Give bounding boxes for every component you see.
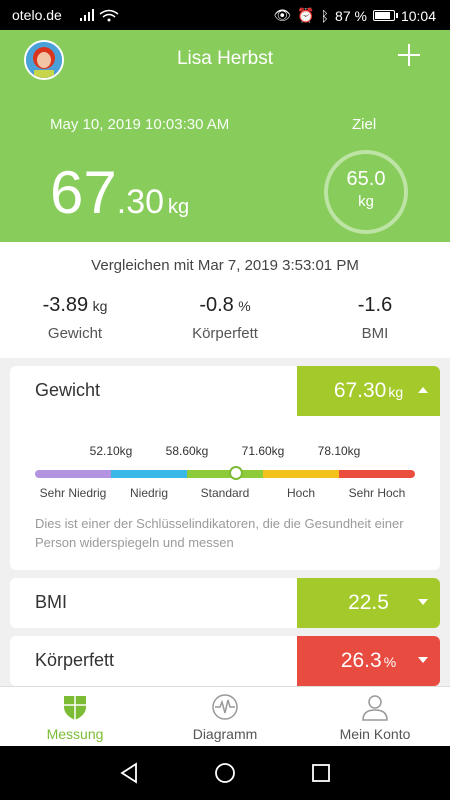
system-nav-bar <box>0 746 450 800</box>
measurement-timestamp: May 10, 2019 10:03:30 AM <box>50 116 230 133</box>
battery-percent: 87 % <box>335 7 367 24</box>
threshold-label: 52.10kg <box>89 444 133 458</box>
bmi-card[interactable]: BMI 22.5 <box>10 578 440 628</box>
comparison-panel: Vergleichen mit Mar 7, 2019 3:53:01 PM -… <box>0 242 450 358</box>
expand-icon[interactable] <box>418 599 428 605</box>
bmi-card-header[interactable]: BMI 22.5 <box>10 578 440 628</box>
weight-card-value[interactable]: 67.30 kg <box>297 366 440 416</box>
compare-bmi-label: BMI <box>361 325 389 342</box>
scale-segment <box>263 470 339 478</box>
tab-label: Mein Konto <box>339 726 411 742</box>
goal-label: Ziel <box>352 116 377 133</box>
compare-weight-value: -3.89 <box>42 294 89 316</box>
scale-segment <box>187 470 263 478</box>
threshold-label: 71.60kg <box>241 444 285 458</box>
tab-diagramm[interactable]: Diagramm <box>150 687 300 746</box>
compare-bodyfat-unit: % <box>238 298 251 314</box>
weight-header: Lisa Herbst May 10, 2019 10:03:30 AM Zie… <box>0 30 450 242</box>
comparison-title[interactable]: Vergleichen mit Mar 7, 2019 3:53:01 PM <box>0 257 450 274</box>
tab-label: Diagramm <box>192 726 258 742</box>
battery-icon <box>372 10 398 21</box>
bodyfat-card-unit: % <box>383 654 397 670</box>
person-icon <box>360 693 390 721</box>
weight-integer: 67 <box>50 159 117 226</box>
compare-bmi-value: -1.6 <box>357 294 393 316</box>
weight-unit: kg <box>168 196 190 218</box>
weight-card-title: Gewicht <box>35 380 101 400</box>
threshold-label: 78.10kg <box>317 444 361 458</box>
scale-segment <box>111 470 187 478</box>
tab-mein-konto[interactable]: Mein Konto <box>300 687 450 746</box>
threshold-label: 58.60kg <box>165 444 209 458</box>
back-icon[interactable] <box>118 762 140 784</box>
compare-bodyfat-label: Körperfett <box>192 325 258 342</box>
signal-wifi-icon <box>80 8 120 25</box>
current-weight: 67.30 kg <box>50 158 189 227</box>
goal-unit: kg <box>358 193 374 210</box>
segment-label: Niedrig <box>129 486 169 500</box>
bodyfat-card-value[interactable]: 26.3% <box>297 636 440 686</box>
weight-card: Gewicht 67.30 kg 52.10kg 58.60kg 71.60kg … <box>10 366 440 570</box>
weight-card-number: 67.30 <box>333 379 387 402</box>
segment-label: Sehr Niedrig <box>39 486 107 500</box>
bluetooth-icon: ᛒ <box>320 7 330 24</box>
bodyfat-card-title: Körperfett <box>35 650 115 670</box>
bodyfat-card-number: 26.3 <box>340 649 382 672</box>
alarm-icon: ⏰ <box>297 7 315 23</box>
segment-label: Sehr Hoch <box>348 486 406 500</box>
weight-decimal: .30 <box>116 183 165 221</box>
bodyfat-card-header[interactable]: Körperfett 26.3% <box>10 636 440 686</box>
collapse-icon[interactable] <box>418 387 428 393</box>
compare-bodyfat: -0.8 % Körperfett <box>150 294 300 342</box>
scale-segment <box>339 470 415 478</box>
segment-label: Hoch <box>286 486 316 500</box>
recents-icon[interactable] <box>310 762 332 784</box>
goal-value: 65.0 <box>346 168 386 190</box>
compare-weight: -3.89 kg Gewicht <box>0 294 150 342</box>
indicator-description: Dies ist einer der Schlüsselindikatoren,… <box>35 516 404 550</box>
tab-label: Messung <box>46 726 104 742</box>
home-icon[interactable] <box>214 762 236 784</box>
scale-bar <box>35 470 415 478</box>
weight-card-header[interactable]: Gewicht 67.30 kg <box>10 366 440 416</box>
add-icon[interactable] <box>398 44 420 66</box>
compare-bodyfat-value: -0.8 <box>199 294 234 316</box>
shield-grid-icon <box>60 693 90 721</box>
weight-scale: 52.10kg 58.60kg 71.60kg 78.10kg Sehr Nie… <box>10 416 440 570</box>
heartbeat-icon <box>210 693 240 721</box>
bmi-card-number: 22.5 <box>348 591 389 614</box>
segment-label: Standard <box>200 486 250 500</box>
bmi-card-title: BMI <box>35 592 68 612</box>
bmi-card-value[interactable]: 22.5 <box>297 578 440 628</box>
compare-bmi: -1.6 BMI <box>300 294 450 342</box>
user-name[interactable]: Lisa Herbst <box>0 48 450 70</box>
scale-segment <box>35 470 111 478</box>
clock: 10:04 <box>400 7 436 24</box>
carrier-name: otelo.de <box>12 7 62 23</box>
app-screen: Lisa Herbst May 10, 2019 10:03:30 AM Zie… <box>0 30 450 746</box>
compare-weight-label: Gewicht <box>47 325 103 342</box>
goal-ring[interactable]: 65.0 kg <box>324 150 408 234</box>
bottom-tab-bar: Messung Diagramm Mein Konto <box>0 686 450 746</box>
status-bar: otelo.de 👁 ⏰ ᛒ 87 % 10:04 <box>0 0 450 30</box>
expand-icon[interactable] <box>418 657 428 663</box>
eye-icon: 👁 <box>273 7 292 23</box>
bodyfat-card[interactable]: Körperfett 26.3% <box>10 636 440 686</box>
compare-weight-unit: kg <box>92 298 108 314</box>
weight-card-unit: kg <box>388 384 404 400</box>
tab-messung[interactable]: Messung <box>0 687 150 746</box>
